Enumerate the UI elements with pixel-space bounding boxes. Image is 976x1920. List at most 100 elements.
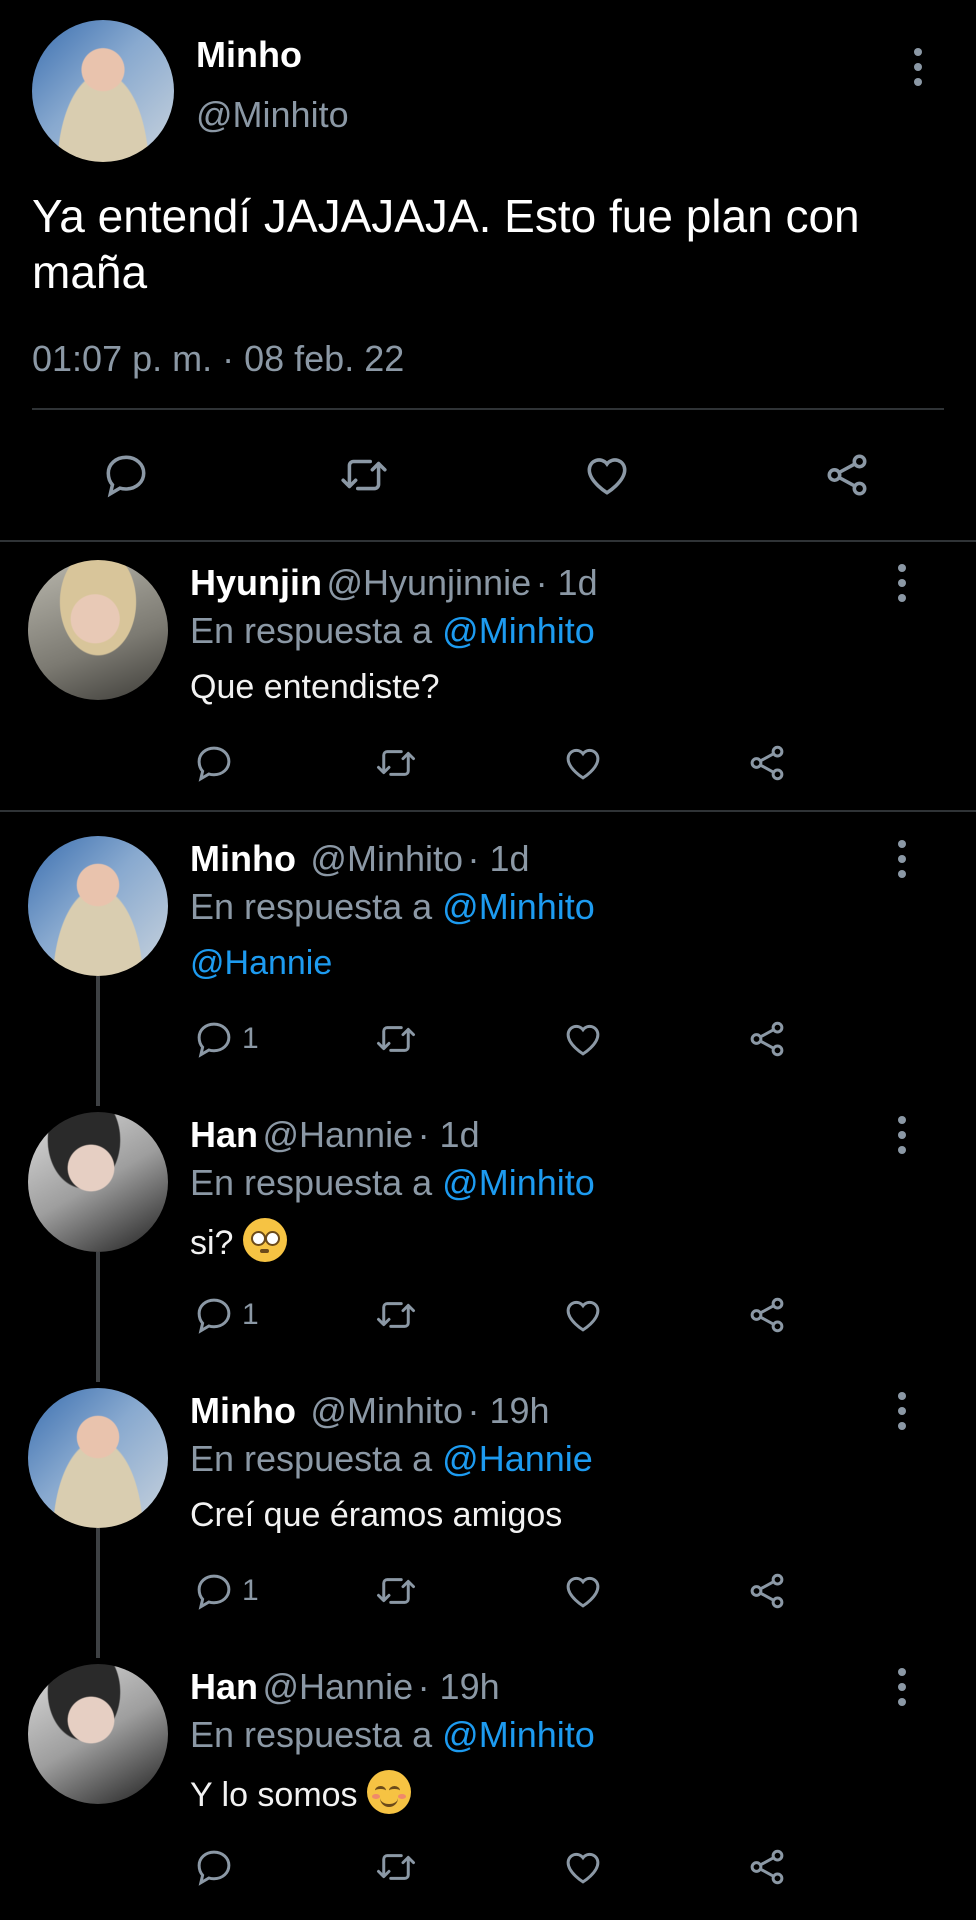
more-options-icon[interactable]	[896, 1668, 908, 1708]
reply-prefix: En respuesta a	[190, 1162, 443, 1203]
like-button[interactable]	[560, 742, 606, 784]
reply-text: si?	[190, 1224, 234, 1262]
reply-context: En respuesta a @Minhito	[190, 610, 595, 652]
heart-icon	[587, 458, 627, 495]
retweet-button[interactable]	[336, 450, 392, 500]
tweet-text: Ya entendí JAJAJAJA. Esto fue plan con m…	[32, 190, 860, 298]
author-handle[interactable]: @Minhito	[310, 838, 463, 879]
more-options-icon[interactable]	[896, 1392, 908, 1432]
reply-button[interactable]: 1	[192, 1570, 259, 1612]
reply-prefix: En respuesta a	[190, 1714, 443, 1755]
share-button[interactable]	[820, 450, 874, 500]
reply-text[interactable]: @Hannie	[190, 944, 332, 983]
author-handle[interactable]: @Hyunjinnie	[326, 562, 531, 603]
reply-button[interactable]: 1	[192, 1294, 259, 1336]
share-button[interactable]	[744, 742, 790, 784]
reply-context: En respuesta a @Minhito	[190, 1162, 595, 1204]
author-name[interactable]: Minho	[190, 838, 296, 879]
author-handle[interactable]: @Minhito	[310, 1390, 463, 1431]
author-name[interactable]: Han	[190, 1114, 258, 1155]
author-name[interactable]: Hyunjin	[190, 562, 322, 603]
thread-line	[96, 1528, 100, 1658]
retweet-icon	[377, 1302, 415, 1328]
reply-button[interactable]: 1	[192, 1018, 259, 1060]
avatar[interactable]	[28, 560, 168, 700]
author-name[interactable]: Han	[190, 1666, 258, 1707]
share-icon	[750, 1021, 784, 1057]
heart-icon	[566, 1024, 600, 1056]
author-handle[interactable]: @Hannie	[262, 1666, 413, 1707]
divider	[0, 810, 976, 812]
author-name[interactable]: Minho	[190, 1390, 296, 1431]
reply-text: Que entendiste?	[190, 668, 440, 706]
avatar[interactable]	[32, 20, 174, 162]
retweet-button[interactable]	[372, 1570, 420, 1612]
share-button[interactable]	[744, 1570, 790, 1612]
reply-count: 1	[242, 1022, 259, 1055]
reply-icon	[197, 746, 231, 782]
mention-link[interactable]: @Minhito	[442, 886, 595, 927]
avatar[interactable]	[28, 836, 168, 976]
like-button[interactable]	[560, 1570, 606, 1612]
reply-text: Creí que éramos amigos	[190, 1496, 563, 1534]
retweet-icon	[341, 459, 387, 491]
mention-link[interactable]: @Hannie	[442, 1438, 593, 1479]
retweet-icon	[377, 750, 415, 776]
author-handle[interactable]: @Minhito	[196, 94, 349, 136]
retweet-icon	[377, 1026, 415, 1052]
avatar[interactable]	[28, 1388, 168, 1528]
retweet-button[interactable]	[372, 742, 420, 784]
more-options-icon[interactable]	[896, 564, 908, 604]
reply-icon	[197, 1298, 231, 1334]
more-options-icon[interactable]	[896, 1116, 908, 1156]
share-icon	[750, 1297, 784, 1333]
retweet-button[interactable]	[372, 1846, 420, 1888]
reply-header: Minho @Minhito · 19h	[190, 1390, 550, 1432]
more-options-icon[interactable]	[896, 840, 908, 880]
share-icon	[827, 454, 867, 496]
smiling-face-icon	[367, 1770, 412, 1814]
reply-header: Hyunjin @Hyunjinnie · 1d	[190, 562, 598, 604]
retweet-button[interactable]	[372, 1018, 420, 1060]
author-name[interactable]: Minho	[196, 34, 302, 76]
reply-body: si?	[190, 1218, 287, 1263]
share-icon	[750, 1573, 784, 1609]
reply-context: En respuesta a @Minhito	[190, 1714, 595, 1756]
thread-line	[96, 1252, 100, 1382]
avatar[interactable]	[28, 1664, 168, 1804]
reply-context: En respuesta a @Minhito	[190, 886, 595, 928]
tweet-timestamp: 01:07 p. m. · 08 feb. 22	[32, 338, 405, 379]
reply-count: 1	[242, 1574, 259, 1607]
share-icon	[750, 1849, 784, 1885]
like-button[interactable]	[560, 1018, 606, 1060]
like-button[interactable]	[560, 1846, 606, 1888]
more-options-icon[interactable]	[912, 48, 924, 88]
reply-button[interactable]	[192, 742, 242, 784]
reply-header: Han @Hannie · 1d	[190, 1114, 480, 1156]
reply-button[interactable]	[192, 1846, 242, 1888]
reply-header: Minho @Minhito · 1d	[190, 838, 530, 880]
like-button[interactable]	[580, 450, 634, 500]
heart-icon	[566, 1300, 600, 1332]
reply-prefix: En respuesta a	[190, 1438, 443, 1479]
heart-icon	[566, 1852, 600, 1884]
reply-prefix: En respuesta a	[190, 886, 443, 927]
thread-line	[96, 976, 100, 1106]
reply-count: 1	[242, 1298, 259, 1331]
mention-link[interactable]: @Minhito	[442, 1162, 595, 1203]
mention-link[interactable]: @Minhito	[442, 1714, 595, 1755]
mention-link[interactable]: @Minhito	[442, 610, 595, 651]
share-button[interactable]	[744, 1018, 790, 1060]
reply-button[interactable]	[100, 450, 152, 500]
share-button[interactable]	[744, 1846, 790, 1888]
heart-icon	[566, 748, 600, 780]
author-handle[interactable]: @Hannie	[262, 1114, 413, 1155]
share-button[interactable]	[744, 1294, 790, 1336]
pleading-face-icon	[242, 1218, 287, 1262]
heart-icon	[566, 1576, 600, 1608]
avatar[interactable]	[28, 1112, 168, 1252]
share-icon	[750, 745, 784, 781]
retweet-button[interactable]	[372, 1294, 420, 1336]
reply-body: Y lo somos	[190, 1770, 412, 1815]
like-button[interactable]	[560, 1294, 606, 1336]
